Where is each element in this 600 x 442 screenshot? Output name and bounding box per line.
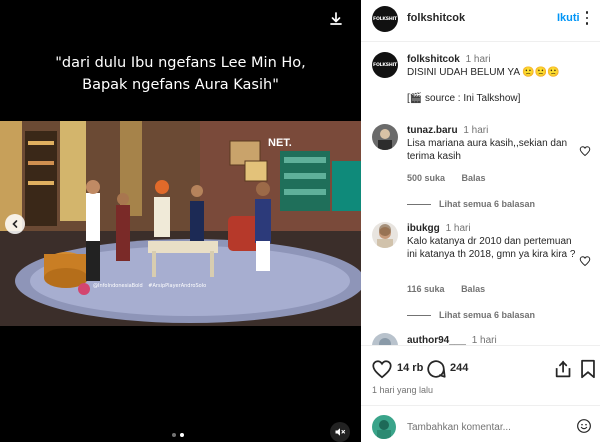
- comment-username[interactable]: ibukgg: [407, 223, 440, 234]
- comment-body: author94___ 1 hari: [407, 334, 577, 345]
- more-vertical-icon[interactable]: [585, 11, 589, 25]
- media-panel[interactable]: "dari dulu Ibu ngefans Lee Min Ho, Bapak…: [0, 0, 361, 442]
- comment-text: Kalo katanya dr 2010 dan pertemuan ini k…: [407, 236, 576, 260]
- comment-composer: Tambahkan komentar...: [361, 405, 600, 442]
- commenter-avatar[interactable]: [372, 124, 398, 150]
- comment-likes[interactable]: 116 suka: [407, 284, 445, 294]
- reply-button[interactable]: Balas: [461, 284, 485, 294]
- like-count[interactable]: 14 rb: [397, 362, 423, 374]
- comment-text: Lisa mariana aura kasih,,sekian dan teri…: [407, 138, 568, 162]
- comment-meta: 116 suka Balas: [407, 284, 499, 294]
- follow-button[interactable]: Ikuti: [557, 12, 580, 24]
- tv-logo: NET.: [268, 137, 292, 149]
- post-side-panel: FOLKSHIT folkshitcok Ikuti FOLKSHIT folk…: [361, 0, 600, 442]
- comment-input[interactable]: Tambahkan komentar...: [407, 422, 511, 433]
- comment-meta: 500 suka Balas: [407, 173, 500, 183]
- caption-avatar[interactable]: FOLKSHIT: [372, 52, 398, 78]
- share-icon[interactable]: [553, 358, 575, 380]
- commenter-avatar[interactable]: [372, 333, 398, 345]
- caption-username[interactable]: folkshitcok: [407, 54, 460, 65]
- comments-list[interactable]: FOLKSHIT folkshitcok 1 hari DISINI UDAH …: [361, 43, 600, 345]
- avatar-logo-text: FOLKSHIT: [373, 62, 397, 68]
- commenter-avatar[interactable]: [372, 222, 398, 248]
- heart-icon[interactable]: [371, 358, 393, 380]
- comment-likes[interactable]: 500 suka: [407, 173, 445, 183]
- speech-bubble-icon[interactable]: [425, 358, 447, 380]
- watermark-tag: #ArsipPlayerAndroSolo: [148, 283, 207, 289]
- carousel-dot: [172, 433, 176, 437]
- view-replies-label[interactable]: Lihat semua 6 balasan: [439, 310, 535, 320]
- caption-time: 1 hari: [465, 54, 491, 65]
- comment-time: 1 hari: [463, 125, 489, 136]
- comment-body: ibukgg 1 hari Kalo katanya dr 2010 dan p…: [407, 222, 577, 261]
- instagram-post-viewer: "dari dulu Ibu ngefans Lee Min Ho, Bapak…: [0, 0, 600, 442]
- caption-line-1: "dari dulu Ibu ngefans Lee Min Ho,: [55, 55, 306, 71]
- comment-count[interactable]: 244: [450, 362, 468, 374]
- reply-button[interactable]: Balas: [462, 173, 486, 183]
- header-username[interactable]: folkshitcok: [407, 12, 465, 24]
- download-icon[interactable]: [326, 9, 346, 29]
- caption-text: DISINI UDAH BELUM YA 🙁🙁🙁: [407, 67, 560, 78]
- profile-avatar[interactable]: FOLKSHIT: [372, 6, 398, 32]
- post-actions: 14 rb 244 1 hari yang lalu: [361, 345, 600, 405]
- avatar-logo-text: FOLKSHIT: [373, 16, 397, 22]
- carousel-indicator: [172, 433, 184, 437]
- caption-line-2: Bapak ngefans Aura Kasih": [82, 77, 279, 93]
- talkshow-scene-illustration: [0, 121, 361, 326]
- video-caption-overlay: "dari dulu Ibu ngefans Lee Min Ho, Bapak…: [0, 52, 361, 96]
- comment-time: 1 hari: [445, 223, 471, 234]
- chevron-left-icon[interactable]: [5, 214, 25, 234]
- video-frame[interactable]: NET. @InfoIndonesiaBold #ArsipPlayerAndr…: [0, 121, 361, 326]
- view-replies[interactable]: Lihat semua 6 balasan: [407, 199, 535, 209]
- post-timestamp: 1 hari yang lalu: [372, 385, 434, 395]
- bookmark-icon[interactable]: [577, 358, 599, 380]
- view-replies[interactable]: Lihat semua 6 balasan: [407, 310, 535, 320]
- replies-divider: [407, 314, 431, 316]
- current-user-avatar: [372, 415, 396, 439]
- caption-source: [🎬 source : Ini Talkshow]: [407, 93, 521, 104]
- comment-username[interactable]: author94___: [407, 335, 466, 345]
- watermark-handle: @InfoIndonesiaBold: [93, 283, 143, 289]
- smiley-icon[interactable]: [576, 418, 592, 434]
- caption-body: folkshitcok 1 hari DISINI UDAH BELUM YA …: [407, 53, 577, 105]
- comment-body: tunaz.baru 1 hari Lisa mariana aura kasi…: [407, 124, 577, 163]
- watermark: @InfoIndonesiaBold #ArsipPlayerAndroSolo: [93, 283, 206, 289]
- heart-icon[interactable]: [579, 145, 591, 157]
- speaker-muted-icon[interactable]: [330, 422, 350, 442]
- view-replies-label[interactable]: Lihat semua 6 balasan: [439, 199, 535, 209]
- carousel-dot-active: [180, 433, 184, 437]
- post-header: FOLKSHIT folkshitcok Ikuti: [361, 0, 600, 42]
- comment-username[interactable]: tunaz.baru: [407, 125, 458, 136]
- comment-time: 1 hari: [471, 335, 497, 345]
- replies-divider: [407, 203, 431, 205]
- heart-icon[interactable]: [579, 255, 591, 267]
